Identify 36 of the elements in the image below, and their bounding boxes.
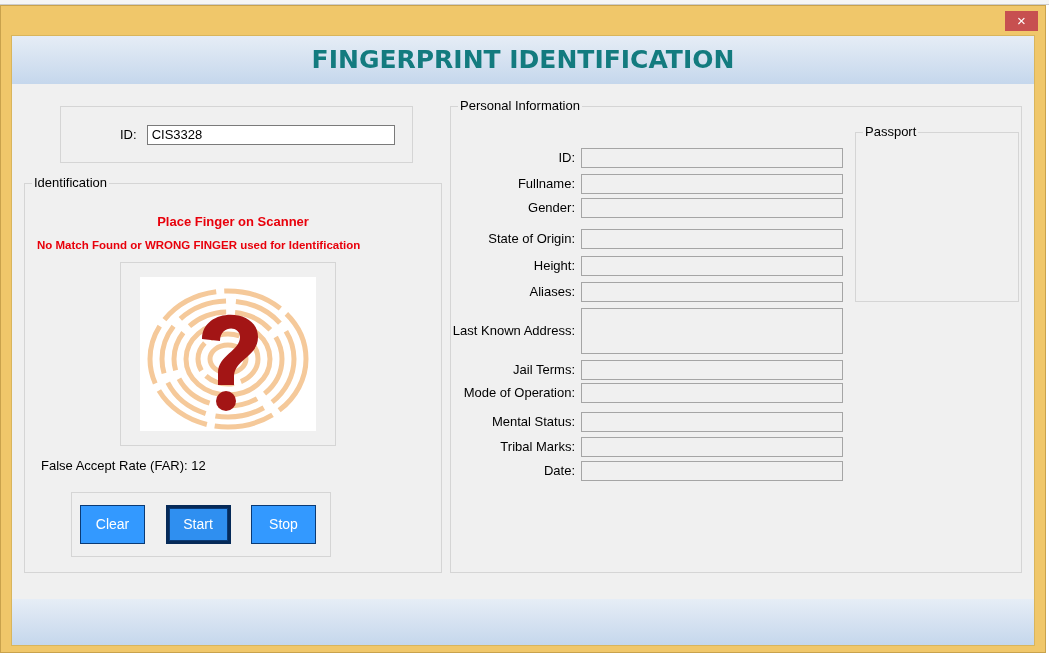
field-label: Last Known Address: (451, 322, 576, 341)
input-field[interactable] (581, 412, 843, 432)
window-title: FINGERPRINT IDENTIFICATION (311, 44, 735, 77)
match-result: No Match Found or WRONG FINGER used for Identification (37, 239, 361, 251)
action-button[interactable]: Stop (251, 504, 316, 544)
id-label: ID: (120, 125, 137, 144)
input-field[interactable] (581, 437, 843, 457)
close-button[interactable]: × (1005, 10, 1038, 31)
action-button[interactable]: Clear (80, 504, 145, 544)
input-field[interactable] (581, 229, 843, 249)
field-label: Jail Terms: (512, 361, 576, 380)
far-reading: False Accept Rate (FAR): 12 (41, 458, 206, 474)
input-field[interactable] (581, 198, 843, 218)
text-area[interactable] (581, 308, 843, 354)
input-field[interactable] (581, 461, 843, 481)
field-label: Date: (542, 462, 576, 481)
field-label: Fullname: (516, 175, 576, 194)
field-label: Height: (532, 257, 576, 276)
field-label: State of Origin: (487, 230, 576, 249)
group-legend: Passport (863, 124, 919, 140)
field-label: Mode of Operation: (462, 384, 576, 403)
input-field[interactable] (581, 174, 843, 194)
action-button[interactable]: Start (165, 504, 231, 544)
scan-prompt: Place Finger on Scanner (157, 213, 309, 229)
input-field[interactable] (581, 282, 843, 302)
field-label: Mental Status: (490, 413, 576, 432)
id-input[interactable]: CIS3328 (146, 124, 395, 145)
input-field[interactable] (581, 360, 843, 380)
input-field[interactable] (581, 383, 843, 403)
fingerprint-question-icon (140, 277, 316, 432)
field-label: Aliases: (528, 283, 576, 302)
input-field[interactable] (581, 148, 843, 168)
input-field[interactable] (581, 256, 843, 276)
field-label: ID: (557, 149, 576, 168)
field-label: Tribal Marks: (499, 438, 576, 457)
field-label: Gender: (527, 199, 576, 218)
